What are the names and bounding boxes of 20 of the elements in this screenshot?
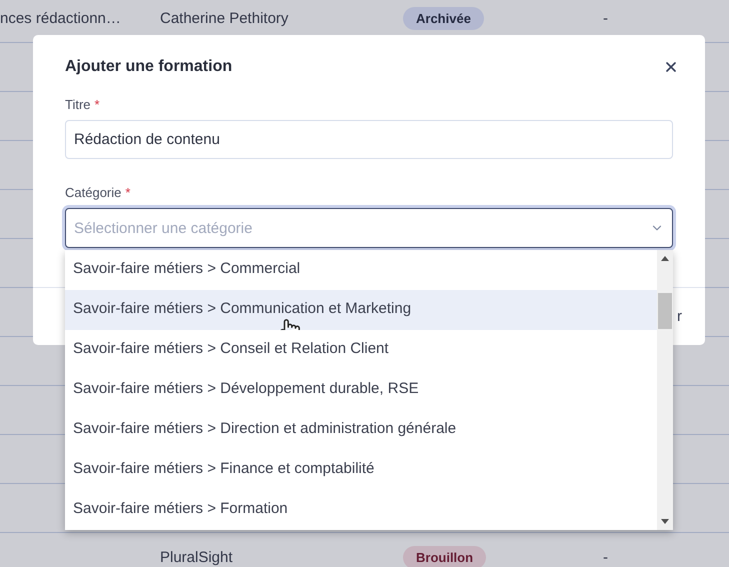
dropdown-option[interactable]: Savoir-faire métiers > Commercial bbox=[65, 250, 657, 290]
dropdown-option[interactable]: Savoir-faire métiers > Formation bbox=[65, 490, 657, 530]
status-badge: Brouillon bbox=[403, 546, 486, 567]
table-cell-text: PluralSight bbox=[160, 548, 234, 566]
close-icon[interactable] bbox=[663, 59, 679, 75]
scrollbar[interactable] bbox=[657, 250, 673, 530]
field-label: Titre * bbox=[65, 97, 101, 112]
scroll-up-icon[interactable] bbox=[661, 256, 669, 261]
table-cell-text: Catherine Pethitory bbox=[160, 10, 290, 26]
table-cell-text: nces rédactionn… bbox=[0, 10, 122, 26]
title-input[interactable]: Rédaction de contenu bbox=[65, 120, 673, 159]
status-badge: Archivée bbox=[403, 6, 484, 30]
table-cell-text: - bbox=[603, 548, 609, 566]
table-cell-text: - bbox=[603, 10, 609, 26]
field-label: Catégorie * bbox=[65, 185, 132, 200]
scroll-down-icon[interactable] bbox=[661, 519, 669, 524]
footer-button[interactable]: r bbox=[677, 308, 682, 325]
dropdown-option[interactable]: Savoir-faire métiers > Communication et Marketing bbox=[65, 290, 657, 330]
scroll-thumb[interactable] bbox=[658, 293, 672, 329]
modal-title: Ajouter une formation bbox=[65, 58, 232, 76]
